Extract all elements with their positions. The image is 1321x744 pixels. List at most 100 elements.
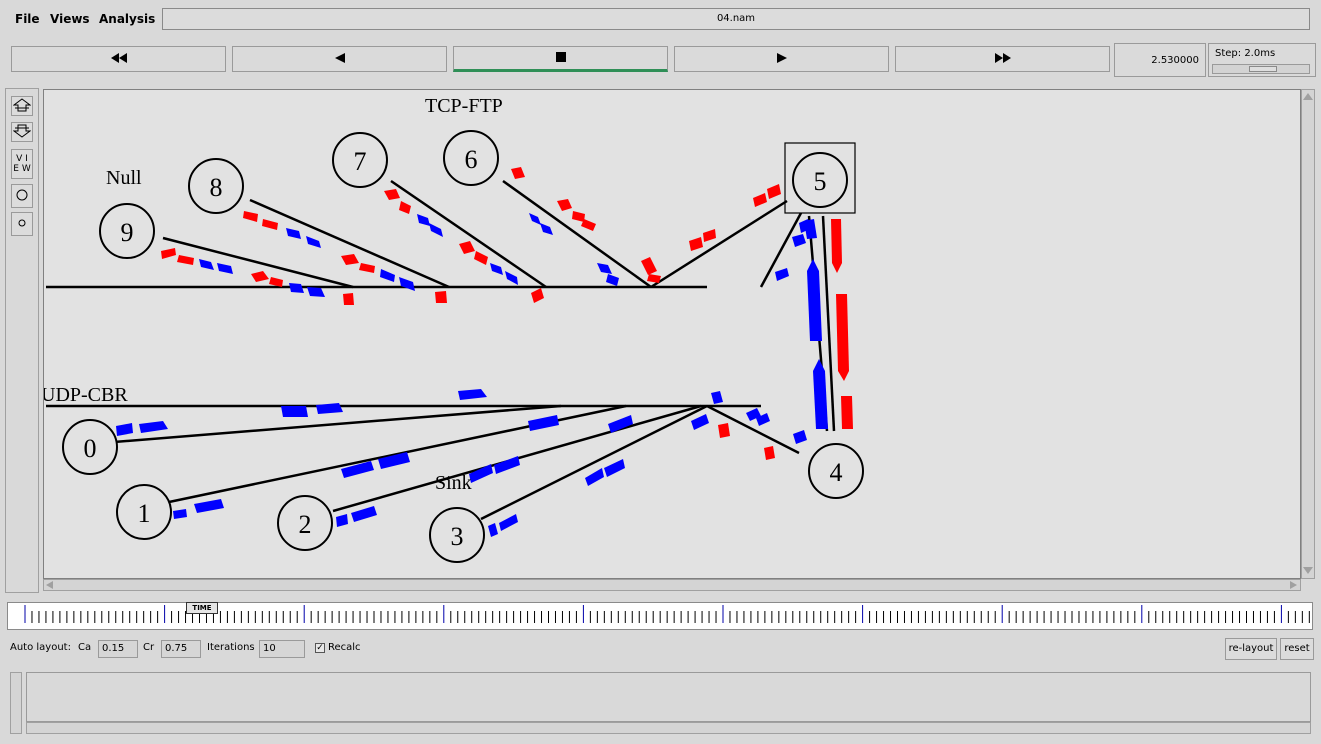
- menu-file-label: File: [15, 12, 40, 26]
- node-5-label: 5: [814, 167, 827, 196]
- udp-packet: [691, 414, 709, 430]
- small-circle-button[interactable]: [11, 212, 33, 236]
- iterations-input[interactable]: 10: [259, 640, 305, 658]
- node-7: 7: [332, 132, 388, 188]
- menu-file[interactable]: File: [15, 12, 40, 26]
- cr-label: Cr: [143, 642, 155, 653]
- node-0: 0: [62, 419, 118, 475]
- stop-icon: [555, 51, 566, 65]
- cr-input[interactable]: 0.75: [161, 640, 201, 658]
- udp-packet-long: [813, 359, 828, 429]
- play-button[interactable]: [674, 46, 889, 72]
- udp-packet: [458, 389, 487, 400]
- node-8: 8: [188, 158, 244, 214]
- ca-label: Ca: [78, 642, 92, 653]
- udp-packet: [490, 263, 503, 275]
- tcp-packet: [243, 211, 258, 222]
- timeline-marker[interactable]: TIME: [186, 602, 218, 614]
- udp-packet: [540, 223, 553, 235]
- annotation-panel[interactable]: [26, 672, 1311, 722]
- tcp-packet-long: [831, 219, 842, 273]
- step-slider[interactable]: [1212, 64, 1310, 74]
- node-7-label: 7: [354, 147, 367, 176]
- node-1: 1: [116, 484, 172, 540]
- network-svg: 0 1 2 3 4 5 6 7 8 9 TCP-FTP Null UDP-CBR…: [44, 95, 864, 563]
- null-label: Null: [106, 167, 142, 189]
- zoom-in-icon: [12, 97, 32, 115]
- network-canvas[interactable]: 0 1 2 3 4 5 6 7 8 9 TCP-FTP Null UDP-CBR…: [43, 89, 1301, 579]
- view-button[interactable]: V I E W: [11, 149, 33, 179]
- relayout-button[interactable]: re-layout: [1225, 638, 1277, 660]
- zoom-out-icon: [12, 124, 32, 141]
- node-1-label: 1: [138, 499, 151, 528]
- link-6: [502, 179, 652, 289]
- udp-packet: [429, 223, 443, 237]
- tcp-packet: [753, 193, 767, 207]
- step-slider-thumb[interactable]: [1249, 66, 1277, 72]
- canvas-horizontal-scrollbar[interactable]: [43, 579, 1301, 591]
- circle-small-icon: [15, 216, 29, 233]
- node-3-label: 3: [451, 522, 464, 551]
- udp-packet: [528, 415, 559, 431]
- fast-forward-button[interactable]: [895, 46, 1110, 72]
- udp-packet: [194, 499, 224, 513]
- window-title: 04.nam: [162, 8, 1310, 30]
- back-button[interactable]: [232, 46, 447, 72]
- zoom-out-button[interactable]: [11, 122, 33, 142]
- node-3: 3: [429, 507, 485, 563]
- tcp-packet: [251, 271, 269, 282]
- tcp-packet: [341, 254, 359, 265]
- menu-views[interactable]: Views: [50, 12, 90, 26]
- udp-packet: [604, 459, 625, 477]
- node-2: 2: [277, 495, 333, 551]
- large-circle-button[interactable]: [11, 184, 33, 208]
- nodes: 0 1 2 3 4 5 6 7 8 9: [62, 130, 864, 563]
- recalc-checkbox[interactable]: ✓: [315, 643, 325, 653]
- node-5: 5: [784, 142, 856, 214]
- tcp-packet: [767, 184, 781, 199]
- menu-analysis[interactable]: Analysis: [99, 12, 155, 26]
- tcp-packet: [384, 189, 400, 200]
- node-9-label: 9: [121, 218, 134, 247]
- udp-packets: [116, 213, 828, 537]
- udp-packet: [606, 274, 619, 286]
- udp-packet: [608, 415, 633, 433]
- time-display: 2.530000: [1114, 43, 1206, 77]
- node-9: 9: [99, 203, 155, 259]
- ca-input[interactable]: 0.15: [98, 640, 138, 658]
- tcp-packet-long: [841, 396, 853, 429]
- udp-packet: [116, 423, 133, 436]
- node-6: 6: [443, 130, 499, 186]
- tcp-packet: [689, 237, 703, 251]
- zoom-in-button[interactable]: [11, 96, 33, 116]
- udp-packet: [499, 514, 518, 531]
- udp-packet: [380, 269, 395, 282]
- tcp-packet: [581, 219, 596, 231]
- reset-button[interactable]: reset: [1280, 638, 1314, 660]
- annotation-vertical-scrollbar[interactable]: [10, 672, 22, 734]
- tcp-ftp-label: TCP-FTP: [425, 95, 503, 117]
- stop-button[interactable]: [453, 46, 668, 72]
- node-6-label: 6: [465, 145, 478, 174]
- canvas-vertical-scrollbar[interactable]: [1301, 89, 1315, 579]
- udp-packet: [597, 263, 612, 274]
- tcp-packet: [474, 251, 488, 265]
- tcp-packet: [647, 274, 661, 283]
- node-0-label: 0: [84, 434, 97, 463]
- tcp-packet: [511, 167, 525, 179]
- udp-cbr-label: UDP-CBR: [44, 384, 128, 406]
- annotation-horizontal-scrollbar[interactable]: [26, 722, 1311, 734]
- udp-packet: [417, 214, 430, 226]
- tcp-packet: [531, 288, 544, 303]
- rewind-button[interactable]: [11, 46, 226, 72]
- udp-packet: [336, 514, 348, 527]
- recalc-label: Recalc: [328, 642, 361, 653]
- sink-label: Sink: [435, 472, 472, 494]
- node-8-label: 8: [210, 173, 223, 202]
- menu-views-label: Views: [50, 12, 90, 26]
- tcp-packet: [399, 201, 411, 214]
- udp-packet: [286, 228, 301, 239]
- tcp-packet-long: [836, 294, 849, 381]
- tcp-packet: [703, 229, 716, 242]
- udp-packet: [488, 523, 498, 537]
